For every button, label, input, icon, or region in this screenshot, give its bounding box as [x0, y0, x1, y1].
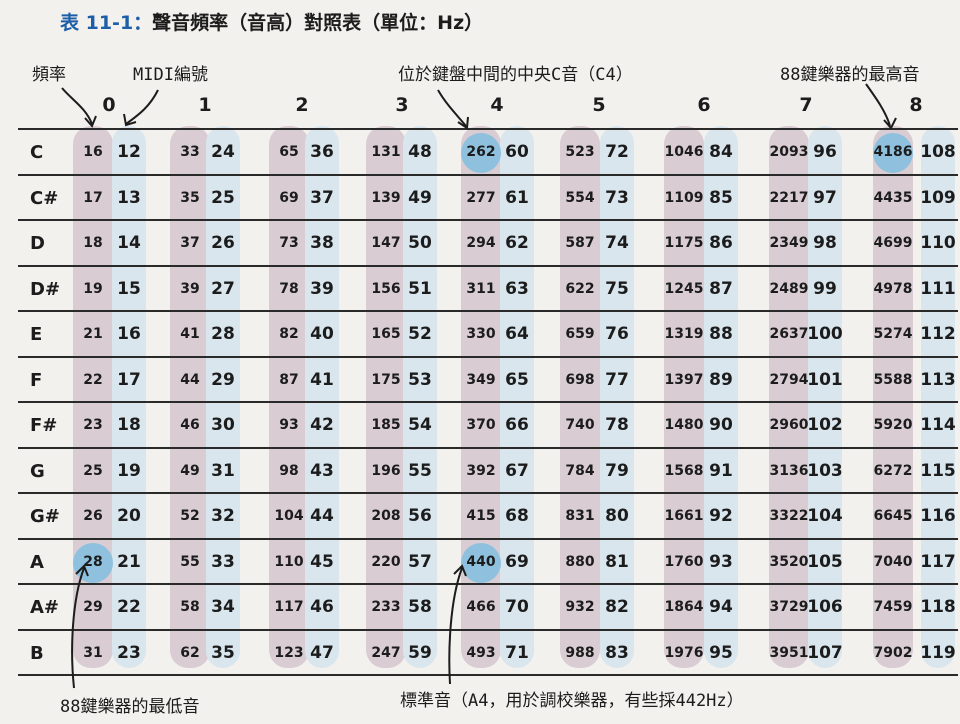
- page: 表 11-1：聲音頻率（音高）對照表（單位：Hz） 頻率 MIDI編號 位於鍵盤…: [0, 0, 960, 724]
- middle-c-arrow: [437, 89, 467, 127]
- highest-arrow: [865, 83, 891, 127]
- frequency-arrow: [61, 87, 93, 125]
- lowest-arrow: [71, 567, 85, 689]
- annotation-arrows: [61, 83, 897, 689]
- standard-arrow: [448, 567, 463, 685]
- midi-arrowhead: [123, 113, 137, 127]
- midi-arrow: [125, 89, 159, 125]
